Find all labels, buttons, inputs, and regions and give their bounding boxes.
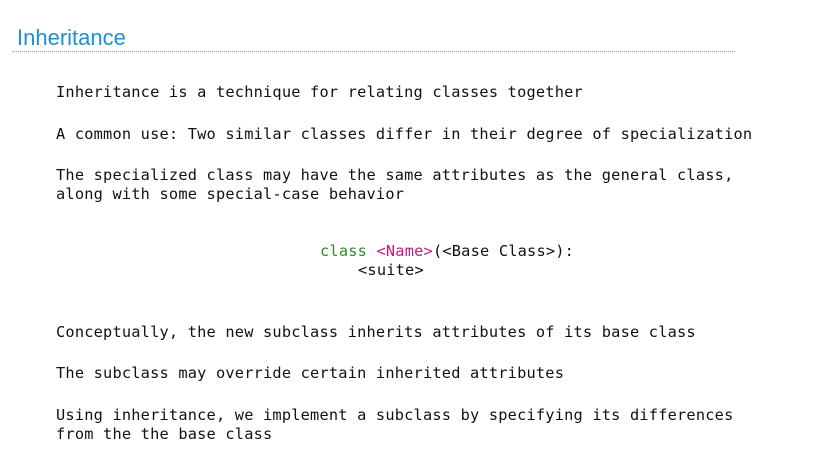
paragraph-common-use: A common use: Two similar classes differ… bbox=[56, 125, 753, 143]
code-suite: <suite> bbox=[358, 261, 424, 279]
paragraph-specialized-class: The specialized class may have the same … bbox=[56, 166, 734, 203]
title-divider bbox=[12, 51, 735, 52]
paragraph-intro: Inheritance is a technique for relating … bbox=[56, 83, 583, 101]
code-keyword-class: class bbox=[320, 242, 368, 260]
paragraph-override: The subclass may override certain inheri… bbox=[56, 364, 565, 382]
slide: Inheritance Inheritance is a technique f… bbox=[0, 0, 817, 463]
slide-title: Inheritance bbox=[17, 25, 126, 50]
paragraph-conceptually: Conceptually, the new subclass inherits … bbox=[56, 323, 696, 341]
code-class-definition: class <Name>(<Base Class>): bbox=[320, 242, 574, 261]
paragraph-implement-subclass: Using inheritance, we implement a subcla… bbox=[56, 406, 734, 443]
code-class-name: <Name> bbox=[376, 242, 433, 260]
code-base-class: (<Base Class>): bbox=[432, 242, 575, 260]
